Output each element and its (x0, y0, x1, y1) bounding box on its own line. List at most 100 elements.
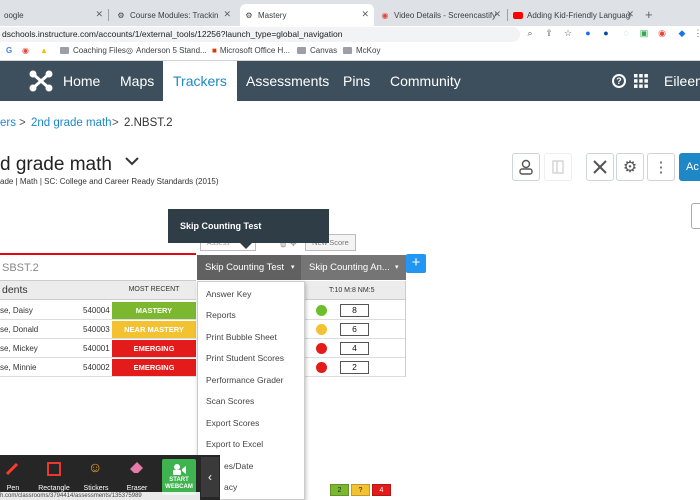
assessment-column-header[interactable]: Skip Counting Test ▾ (197, 255, 301, 280)
bookmark-mckoy[interactable]: McKoy (343, 46, 380, 55)
mastery-badge: MASTERY (112, 302, 196, 319)
table-row[interactable]: se, Mickey 540001 EMERGING (0, 339, 196, 358)
app-logo-icon[interactable] (28, 69, 54, 93)
browser-tab-google[interactable]: oogle ✕ (0, 4, 108, 26)
menu-item-privacy[interactable]: acy (224, 482, 237, 492)
chevron-down-icon[interactable]: ▾ (395, 255, 399, 280)
menu-item-reports[interactable]: Reports (206, 310, 236, 320)
office-icon: ■ (212, 46, 217, 55)
assessment-column-header[interactable]: Skip Counting An... ▾ (301, 255, 406, 280)
bookmark-icon[interactable]: ▲ (40, 46, 48, 55)
student-name: se, Daisy (0, 306, 33, 315)
menu-item-export-scores[interactable]: Export Scores (206, 418, 259, 428)
extension-icon[interactable]: ▣ (638, 28, 650, 39)
score-input[interactable]: 8 (340, 304, 369, 317)
extension-icon[interactable]: ● (582, 28, 594, 38)
zoom-icon[interactable]: ⌕ (524, 28, 536, 39)
rectangle-icon (47, 462, 61, 476)
bookmark-anderson[interactable]: ◎ Anderson 5 Stand... (126, 46, 207, 55)
browser-tab-course-modules[interactable]: ⚙ Course Modules: Tracking a 2nd ✕ (112, 4, 236, 26)
menu-item-print-student-scores[interactable]: Print Student Scores (206, 353, 284, 363)
extension-icon[interactable]: ● (600, 28, 612, 38)
bookmark-label: McKoy (356, 46, 381, 55)
user-menu[interactable]: Eileen (664, 61, 700, 101)
google-bookmark[interactable]: G (6, 46, 12, 55)
table-row[interactable]: se, Donald 540003 NEAR MASTERY (0, 320, 196, 339)
chevron-down-icon[interactable] (125, 150, 139, 172)
bookmark-coaching-files[interactable]: Coaching Files (60, 46, 126, 55)
mastery-count: 2 (330, 484, 349, 496)
extension-icon[interactable]: ◌ (620, 28, 632, 38)
score-input[interactable]: 6 (340, 323, 369, 336)
browser-tab-screencastify[interactable]: ◉ Video Details - Screencastify ✕ (376, 4, 506, 26)
score-input[interactable]: 2 (340, 361, 369, 374)
sticker-icon: ☺ (88, 459, 103, 475)
menu-item-export-to-excel[interactable]: Export to Excel (206, 439, 263, 449)
menu-item-scan-scores[interactable]: Scan Scores (206, 396, 254, 406)
close-icon[interactable]: ✕ (626, 9, 634, 20)
status-dot (316, 305, 327, 316)
extension-icon[interactable]: ◆ (676, 28, 688, 39)
menu-item-print-bubble-sheet[interactable]: Print Bubble Sheet (206, 332, 277, 342)
breadcrumb-tracker[interactable]: 2nd grade math (31, 117, 112, 129)
close-icon[interactable]: ✕ (223, 9, 231, 20)
status-dot (316, 362, 327, 373)
collapse-toolbar-button[interactable]: ‹ (201, 457, 219, 497)
most-recent-label: MOST RECENT (128, 286, 180, 293)
settings-button[interactable]: ⚙ (616, 153, 644, 181)
menu-icon[interactable]: ⋮ (692, 28, 700, 39)
menu-item-answer-key[interactable]: Answer Key (206, 289, 251, 299)
url-field[interactable]: dschools.instructure.com/accounts/1/exte… (0, 27, 520, 42)
nav-maps[interactable]: Maps (120, 61, 154, 101)
more-options-button[interactable]: ⋮ (647, 153, 675, 181)
nav-trackers[interactable]: Trackers (163, 61, 237, 101)
nav-assessments[interactable]: Assessments (246, 61, 329, 101)
add-assessment-button[interactable]: + (406, 254, 426, 273)
screencastify-icon: ◉ (381, 10, 389, 20)
bookmark-canvas[interactable]: Canvas (297, 46, 337, 55)
breadcrumb-trackers[interactable]: ers (0, 117, 16, 129)
share-people-button[interactable] (512, 153, 540, 181)
gear-icon: ⚙ (245, 10, 253, 20)
share-icon[interactable]: ⇪ (543, 28, 555, 39)
bookmark-office[interactable]: ■ Microsoft Office H... (212, 46, 290, 55)
apps-grid-icon[interactable] (634, 74, 648, 88)
new-tab-icon[interactable]: + (645, 7, 653, 22)
tab-title: Video Details - Screencastify (394, 10, 497, 20)
nav-pins[interactable]: Pins (343, 61, 370, 101)
bookmark-icon[interactable]: ◉ (22, 46, 29, 55)
folder-icon (60, 47, 69, 54)
browser-tab-mastery[interactable]: ⚙ Mastery ✕ (240, 4, 374, 26)
nav-community[interactable]: Community (390, 61, 461, 101)
side-panel-button[interactable] (691, 203, 700, 229)
tools-button[interactable] (586, 153, 614, 181)
nav-home[interactable]: Home (63, 61, 100, 101)
student-id: 540003 (83, 325, 110, 334)
status-url: h.com/classrooms/3794414/assessments/135… (0, 492, 200, 500)
split-view-button[interactable] (544, 153, 572, 181)
student-name: se, Donald (0, 325, 39, 334)
chevron-down-icon[interactable]: ▾ (291, 255, 295, 280)
table-row[interactable]: se, Daisy 540004 MASTERY (0, 301, 196, 320)
student-name: se, Minnie (0, 363, 37, 372)
browser-tab-youtube[interactable]: Adding Kid-Friendly Language ✕ (509, 4, 639, 26)
standard-bar: SBST.2 (0, 253, 196, 281)
add-button[interactable]: Ac (679, 153, 700, 181)
close-icon[interactable]: ✕ (361, 9, 369, 20)
star-icon[interactable]: ☆ (562, 28, 574, 39)
score-input[interactable]: 4 (340, 342, 369, 355)
start-webcam-button[interactable]: START WEBCAM (162, 459, 196, 495)
tools-icon (593, 160, 607, 174)
pen-icon (5, 462, 19, 476)
close-icon[interactable]: ✕ (493, 9, 501, 20)
menu-item-performance-grader[interactable]: Performance Grader (206, 375, 283, 385)
person-icon (519, 159, 533, 175)
help-icon[interactable]: ? (612, 74, 626, 88)
student-id: 540001 (83, 344, 110, 353)
screencastify-icon[interactable]: ◉ (656, 28, 668, 39)
score-row: 2 (301, 358, 406, 377)
close-icon[interactable]: ✕ (95, 9, 103, 20)
webcam-label: START WEBCAM (165, 477, 193, 490)
menu-item-dates[interactable]: es/Date (224, 461, 253, 471)
table-row[interactable]: se, Minnie 540002 EMERGING (0, 358, 196, 377)
